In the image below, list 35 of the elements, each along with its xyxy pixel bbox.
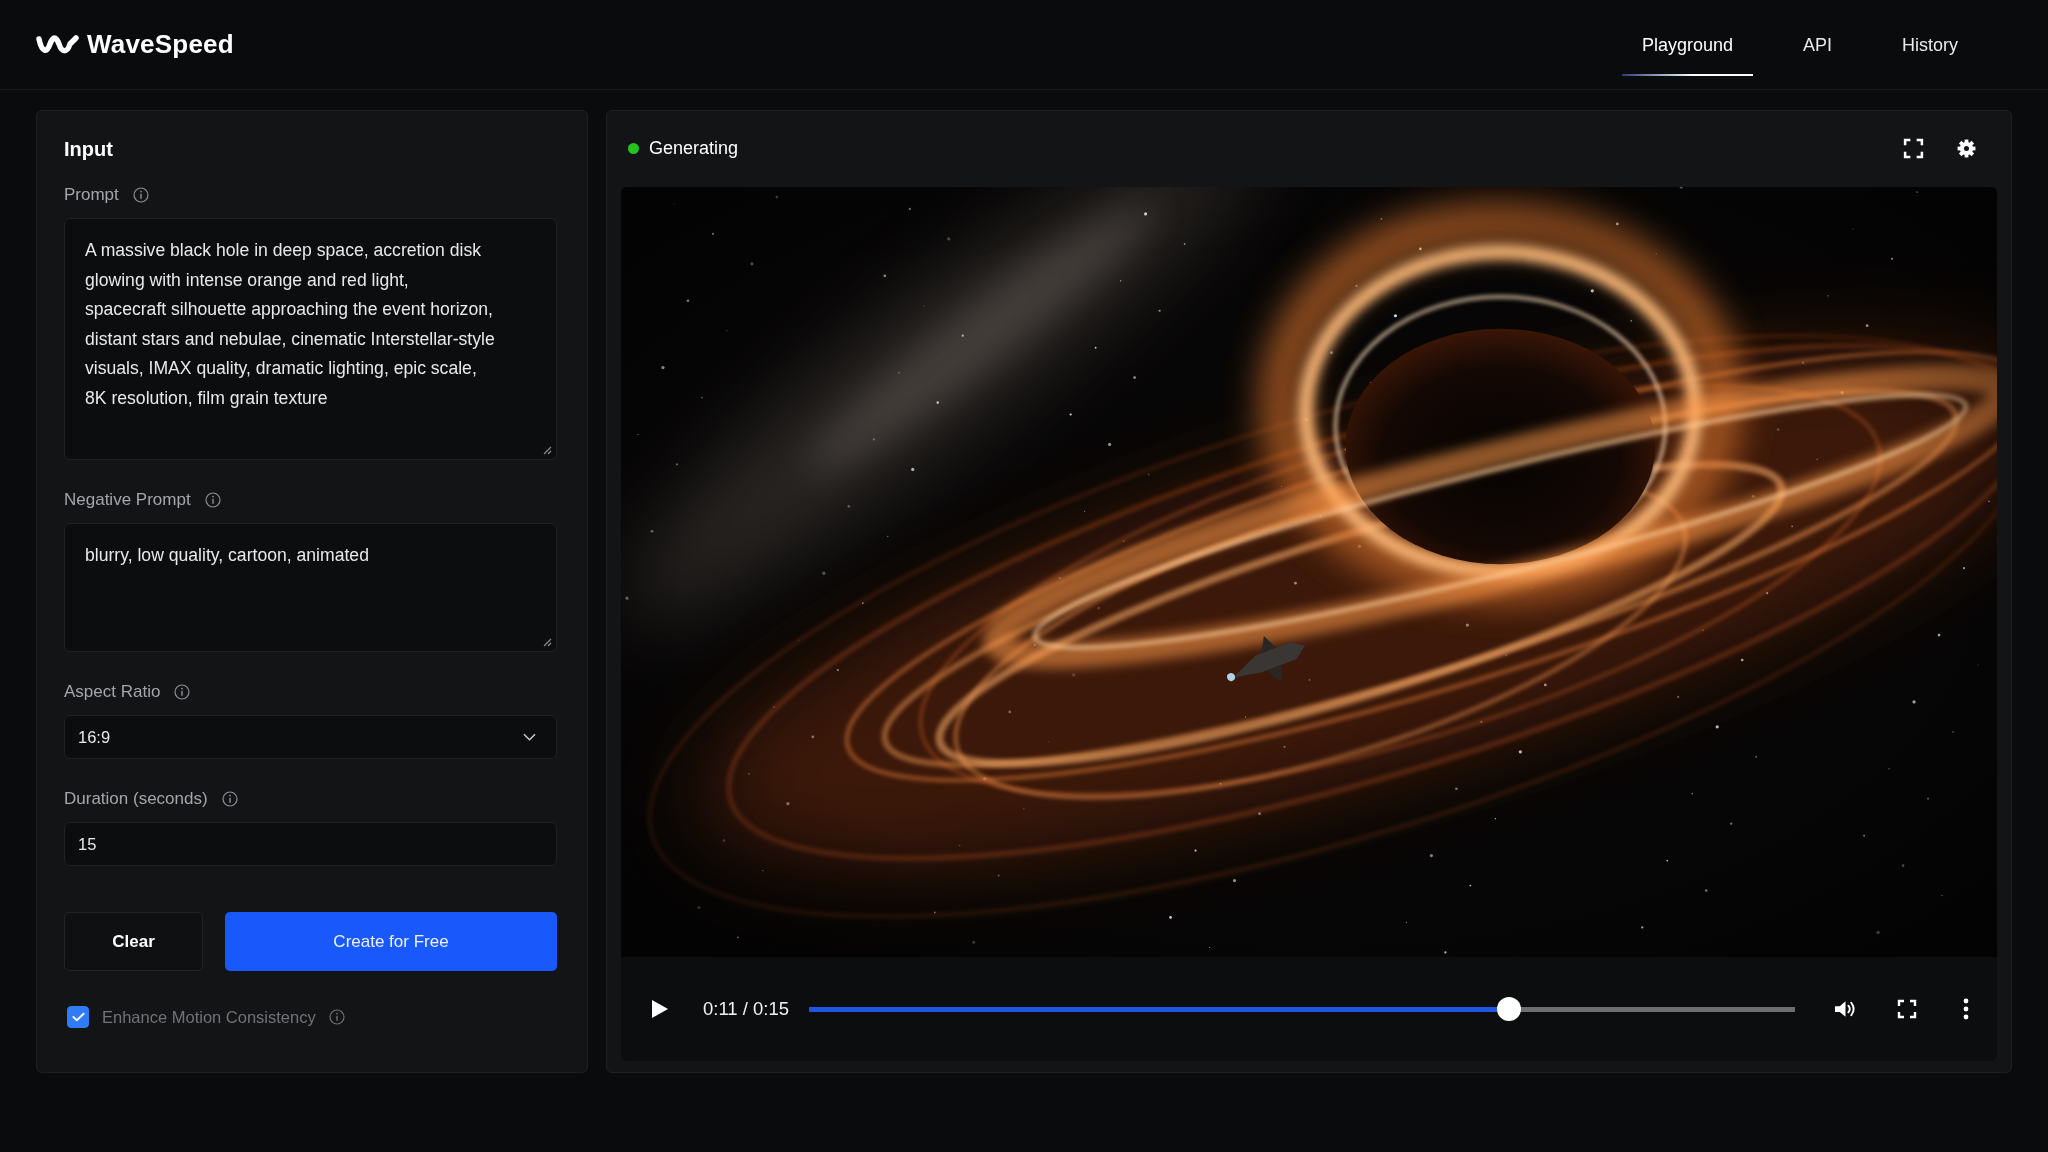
field-label: Negative Prompt bbox=[64, 490, 191, 510]
info-icon[interactable] bbox=[221, 791, 238, 807]
prompt-field[interactable]: A massive black hole in deep space, accretion disk glowing with intense orange and red light, spacecraft silhouette approaching the event horizon, distant stars and nebulae, cinematic Interstellar-style visuals, IMAX quality, dramatic lighting, epic scale, 8K resolution, film grain texture bbox=[64, 218, 557, 460]
nav-tab[interactable]: API bbox=[1782, 34, 1852, 76]
info-icon[interactable] bbox=[328, 1009, 345, 1025]
settings-icon[interactable] bbox=[1956, 138, 1977, 160]
info-icon[interactable] bbox=[174, 684, 191, 700]
field-label: Prompt bbox=[64, 185, 119, 205]
status-label: Generating bbox=[649, 138, 739, 160]
chevron-down-icon bbox=[523, 733, 536, 741]
resize-grip-icon[interactable] bbox=[542, 445, 552, 455]
field-label: Aspect Ratio bbox=[64, 682, 161, 702]
create-button[interactable]: Create for Free bbox=[225, 912, 557, 971]
fullscreen-icon[interactable] bbox=[1903, 138, 1924, 160]
panel-title: Input bbox=[64, 137, 114, 161]
more-icon[interactable] bbox=[1963, 998, 1969, 1021]
duration-input[interactable]: 15 bbox=[64, 822, 557, 866]
slider-thumb[interactable] bbox=[1497, 997, 1522, 1022]
check-icon bbox=[71, 1012, 85, 1022]
checkbox[interactable] bbox=[67, 1006, 89, 1028]
negative-prompt-field[interactable]: blurry, low quality, cartoon, animated bbox=[64, 523, 557, 652]
fullscreen-icon[interactable] bbox=[1896, 999, 1918, 1020]
info-icon[interactable] bbox=[132, 187, 149, 203]
info-icon[interactable] bbox=[204, 492, 221, 508]
logo-icon bbox=[36, 32, 80, 57]
nav-tab[interactable]: History bbox=[1882, 34, 1978, 76]
aspect-ratio-select[interactable]: 16:9 bbox=[64, 715, 557, 759]
resize-grip-icon[interactable] bbox=[542, 637, 552, 647]
volume-icon[interactable] bbox=[1834, 999, 1857, 1020]
clear-button[interactable]: Clear bbox=[64, 912, 203, 971]
brand-name: WaveSpeed bbox=[87, 29, 234, 60]
time-display: 0:11 / 0:15 bbox=[703, 998, 790, 1021]
play-icon[interactable] bbox=[651, 999, 669, 1020]
field-label: Duration (seconds) bbox=[64, 789, 208, 809]
option-label: Enhance Motion Consistency bbox=[102, 1007, 316, 1027]
